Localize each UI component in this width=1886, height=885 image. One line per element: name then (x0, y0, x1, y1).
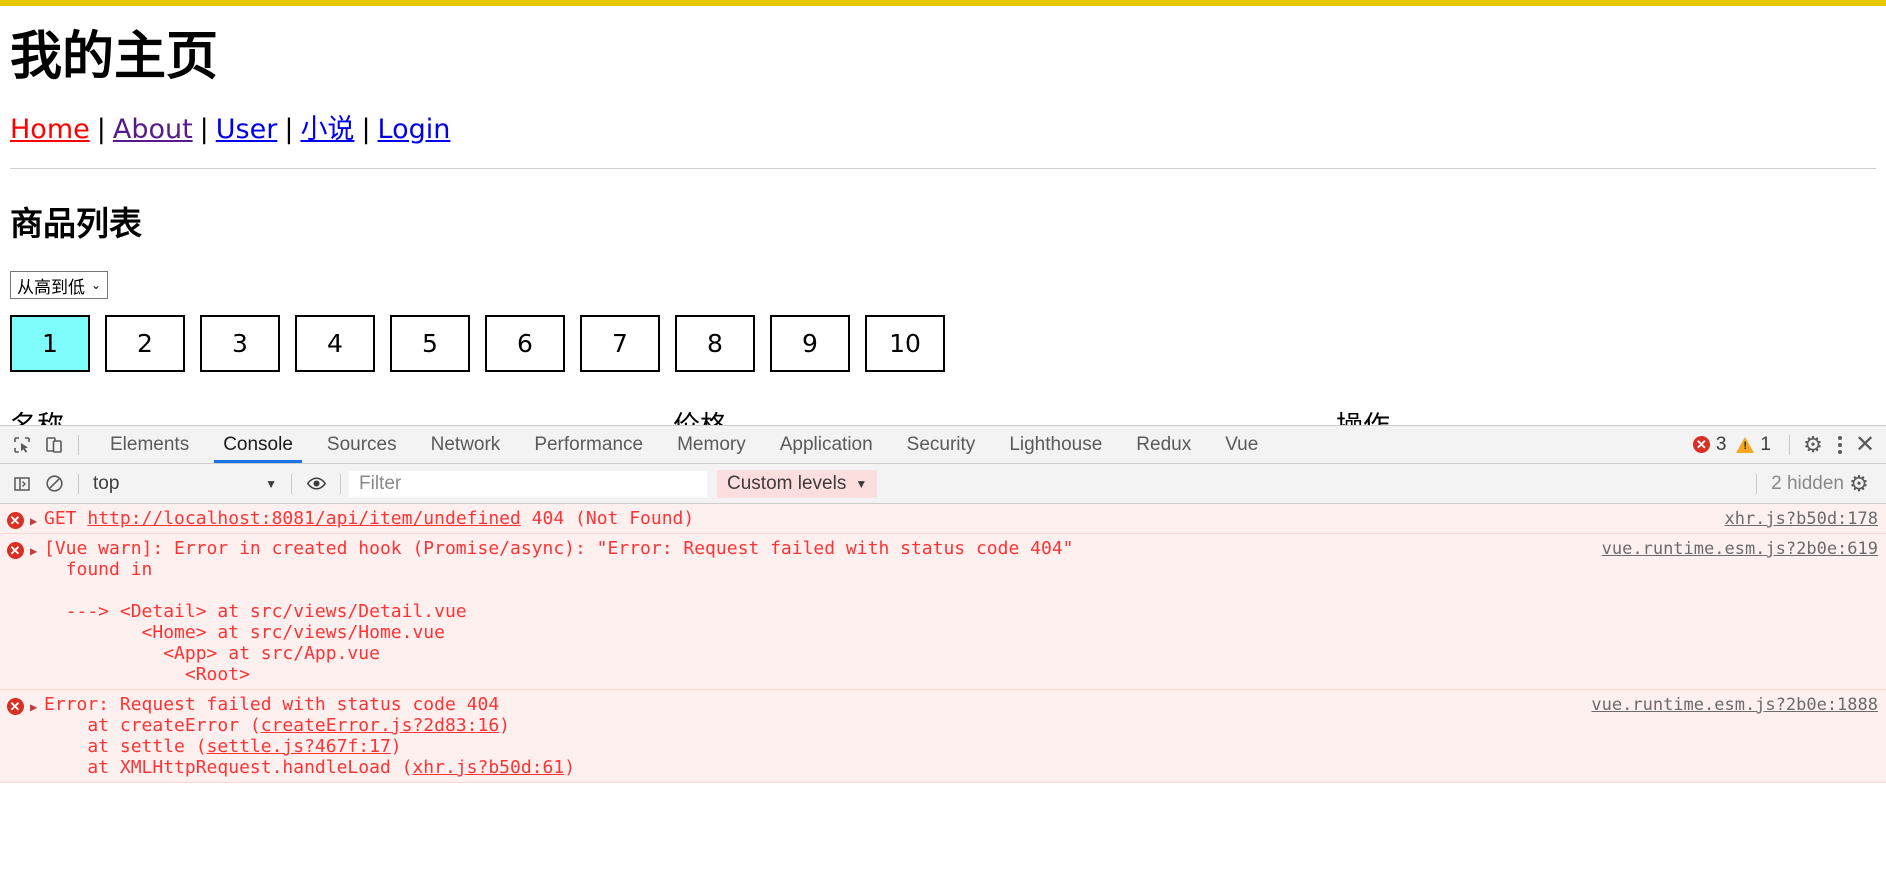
devtools-toolbar-right: ✕ 3 1 ⚙ ✕ (1692, 426, 1880, 463)
warning-count-badge[interactable]: 1 (1736, 434, 1771, 456)
pagination-button-3[interactable]: 3 (200, 315, 280, 373)
occluded-table-header: 名称 价格 操作 (10, 404, 1870, 426)
divider (10, 168, 1876, 170)
devtools-tab-sources[interactable]: Sources (310, 426, 414, 463)
sort-order-select[interactable]: 从高到低 ⌄ (10, 271, 109, 300)
toolbar-divider (78, 473, 79, 494)
occluded-col-name: 名称 (10, 404, 470, 426)
warning-icon (1736, 436, 1755, 453)
expand-arrow-icon[interactable]: ▶ (30, 694, 44, 778)
live-expression-icon[interactable] (300, 469, 332, 499)
nav-separator: | (96, 113, 106, 145)
nav-separator: | (199, 113, 209, 145)
console-context-value: top (93, 472, 120, 494)
console-context-select[interactable]: top ▼ (87, 471, 283, 497)
pagination-button-4[interactable]: 4 (295, 315, 375, 373)
expand-arrow-icon[interactable]: ▶ (30, 538, 44, 685)
main-navigation: Home | About | User | 小说 | Login (10, 114, 1876, 146)
console-message[interactable]: ✕ ▶ Error: Request failed with status code… (0, 690, 1886, 783)
toolbar-divider (1789, 434, 1790, 455)
hidden-messages-count: 2 hidden ⚙ (1756, 471, 1880, 497)
toolbar-divider (340, 473, 341, 494)
occluded-col-action: 操作 (930, 404, 1870, 426)
more-options-icon[interactable] (1828, 435, 1852, 454)
devtools-tab-console[interactable]: Console (206, 426, 310, 463)
toolbar-divider (78, 434, 79, 455)
console-sidebar-icon[interactable] (6, 469, 38, 499)
devtools-tab-redux[interactable]: Redux (1119, 426, 1208, 463)
top-accent-bar (0, 0, 1886, 6)
console-message-text: [Vue warn]: Error in created hook (Promi… (44, 538, 1074, 685)
devtools-tab-vue[interactable]: Vue (1208, 426, 1275, 463)
stack-frame-link[interactable]: createError.js?2d83:16 (261, 715, 499, 736)
console-message[interactable]: ✕ ▶ [Vue warn]: Error in created hook (Pro… (0, 534, 1886, 690)
pagination-button-2[interactable]: 2 (105, 315, 185, 373)
nav-link-novel[interactable]: 小说 (300, 114, 354, 145)
devtools-tab-performance[interactable]: Performance (517, 426, 660, 463)
devtools-tab-network[interactable]: Network (414, 426, 518, 463)
occluded-col-price: 价格 (470, 404, 930, 426)
console-message-list[interactable]: ✕ ▶ GET http://localhost:8081/api/item/und… (0, 504, 1886, 883)
pagination-button-7[interactable]: 7 (580, 315, 660, 373)
error-count-badge[interactable]: ✕ 3 (1692, 433, 1727, 456)
devtools-tab-memory[interactable]: Memory (660, 426, 763, 463)
stack-frame-link[interactable]: xhr.js?b50d:61 (412, 757, 564, 778)
console-log-levels-label: Custom levels (727, 472, 847, 494)
warning-count: 1 (1760, 433, 1771, 455)
pagination-button-9[interactable]: 9 (770, 315, 850, 373)
nav-link-user[interactable]: User (216, 114, 278, 145)
expand-arrow-icon[interactable]: ▶ (30, 508, 44, 529)
pagination-button-10[interactable]: 10 (865, 315, 945, 373)
devtools-tab-elements[interactable]: Elements (93, 426, 206, 463)
error-icon: ✕ (1692, 436, 1710, 453)
nav-separator: | (361, 113, 371, 145)
console-filter-input[interactable] (349, 470, 707, 497)
pagination-button-6[interactable]: 6 (485, 315, 565, 373)
devtools-tab-security[interactable]: Security (890, 426, 993, 463)
gear-icon[interactable]: ⚙ (1798, 432, 1828, 458)
close-icon[interactable]: ✕ (1852, 430, 1878, 459)
console-message-source-link[interactable]: xhr.js?b50d:178 (1724, 509, 1878, 529)
console-message[interactable]: ✕ ▶ GET http://localhost:8081/api/item/und… (0, 504, 1886, 534)
sort-order-value: 从高到低 (17, 277, 85, 298)
nav-link-login[interactable]: Login (378, 114, 451, 145)
devtools-tab-lighthouse[interactable]: Lighthouse (992, 426, 1119, 463)
inspect-element-icon[interactable] (6, 430, 38, 460)
console-message-text: GET http://localhost:8081/api/item/undef… (44, 508, 695, 529)
console-message-link[interactable]: http://localhost:8081/api/item/undefined (87, 508, 520, 529)
hidden-messages-label: 2 hidden (1771, 472, 1844, 494)
error-icon: ✕ (0, 694, 30, 778)
page-body: 我的主页 Home | About | User | 小说 | Login 商品列表 从高到低 … (0, 27, 1886, 373)
page-title: 我的主页 (10, 27, 219, 87)
chevron-down-icon: ⌄ (91, 278, 102, 293)
chevron-down-icon: ▼ (855, 476, 868, 491)
devtools-tab-application[interactable]: Application (763, 426, 890, 463)
clear-console-icon[interactable] (38, 469, 70, 499)
toolbar-divider (1756, 473, 1758, 494)
error-count: 3 (1715, 433, 1727, 455)
pagination-button-1[interactable]: 1 (10, 315, 90, 373)
console-message-source-link[interactable]: vue.runtime.esm.js?2b0e:1888 (1591, 695, 1878, 715)
device-toolbar-icon[interactable] (38, 430, 70, 460)
console-message-source-link[interactable]: vue.runtime.esm.js?2b0e:619 (1602, 539, 1878, 559)
section-title-product-list: 商品列表 (10, 204, 142, 244)
pagination: 1 2 3 4 5 6 7 8 9 10 (10, 315, 1876, 373)
devtools-tabbar: Elements Console Sources Network Performance… (0, 426, 1886, 464)
gear-icon[interactable]: ⚙ (1844, 471, 1874, 497)
pagination-button-8[interactable]: 8 (675, 315, 755, 373)
chevron-down-icon: ▼ (265, 476, 277, 491)
console-filter-bar: top ▼ Custom levels ▼ 2 hidden ⚙ (0, 464, 1886, 504)
toolbar-divider (291, 473, 292, 494)
devtools-panel: Elements Console Sources Network Performance… (0, 425, 1886, 885)
nav-separator: | (284, 113, 294, 145)
nav-link-home[interactable]: Home (10, 114, 90, 145)
pagination-button-5[interactable]: 5 (390, 315, 470, 373)
error-icon: ✕ (0, 538, 30, 685)
stack-frame-link[interactable]: settle.js?467f:17 (207, 736, 391, 757)
nav-link-about[interactable]: About (113, 114, 193, 145)
error-icon: ✕ (0, 508, 30, 529)
devtools-tab-list: Elements Console Sources Network Performance… (93, 426, 1275, 463)
console-log-levels-button[interactable]: Custom levels ▼ (717, 469, 878, 498)
